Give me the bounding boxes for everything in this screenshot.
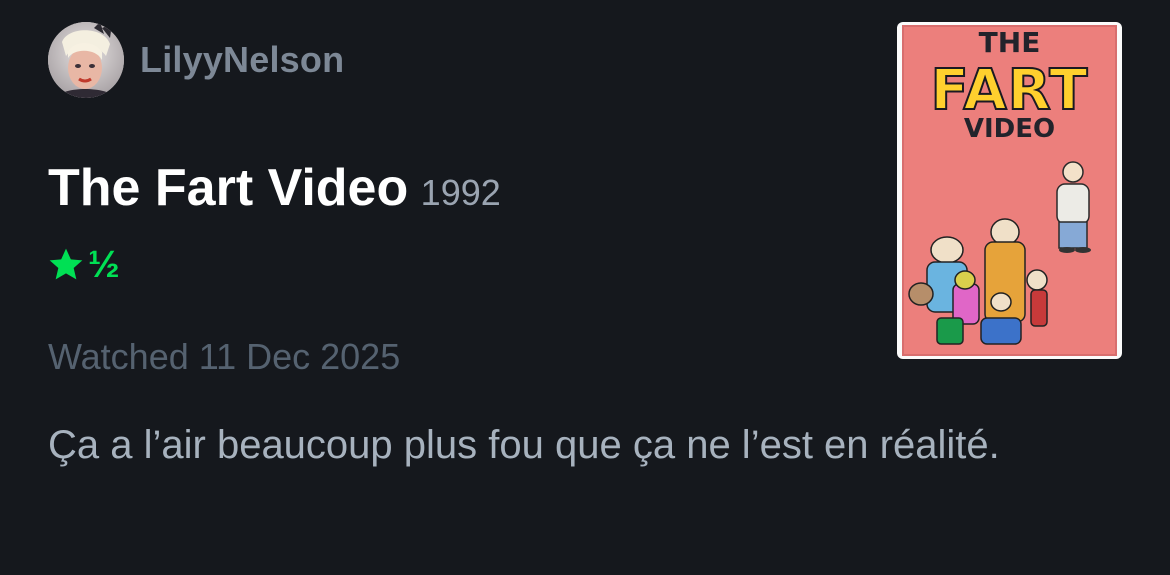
film-poster[interactable]: THE FART VIDEO [897, 22, 1122, 359]
star-icon [49, 248, 83, 280]
poster-title-the: THE [978, 26, 1041, 59]
poster-title-video: VIDEO [963, 114, 1056, 144]
half-star-glyph: ½ [88, 244, 120, 286]
watched-date: Watched 11 Dec 2025 [48, 336, 401, 377]
film-heading: The Fart Video 1992 [48, 158, 501, 218]
avatar-image [48, 22, 124, 98]
review-card: LilyyNelson The Fart Video 1992 ½ Watche… [0, 0, 1170, 575]
username[interactable]: LilyyNelson [140, 39, 344, 81]
film-title[interactable]: The Fart Video [48, 159, 408, 217]
review-text: Ça a l’air beaucoup plus fou que ça ne l… [48, 423, 1000, 467]
user-avatar[interactable] [48, 22, 124, 98]
film-year[interactable]: 1992 [421, 172, 501, 213]
star-rating: ½ [46, 245, 120, 285]
